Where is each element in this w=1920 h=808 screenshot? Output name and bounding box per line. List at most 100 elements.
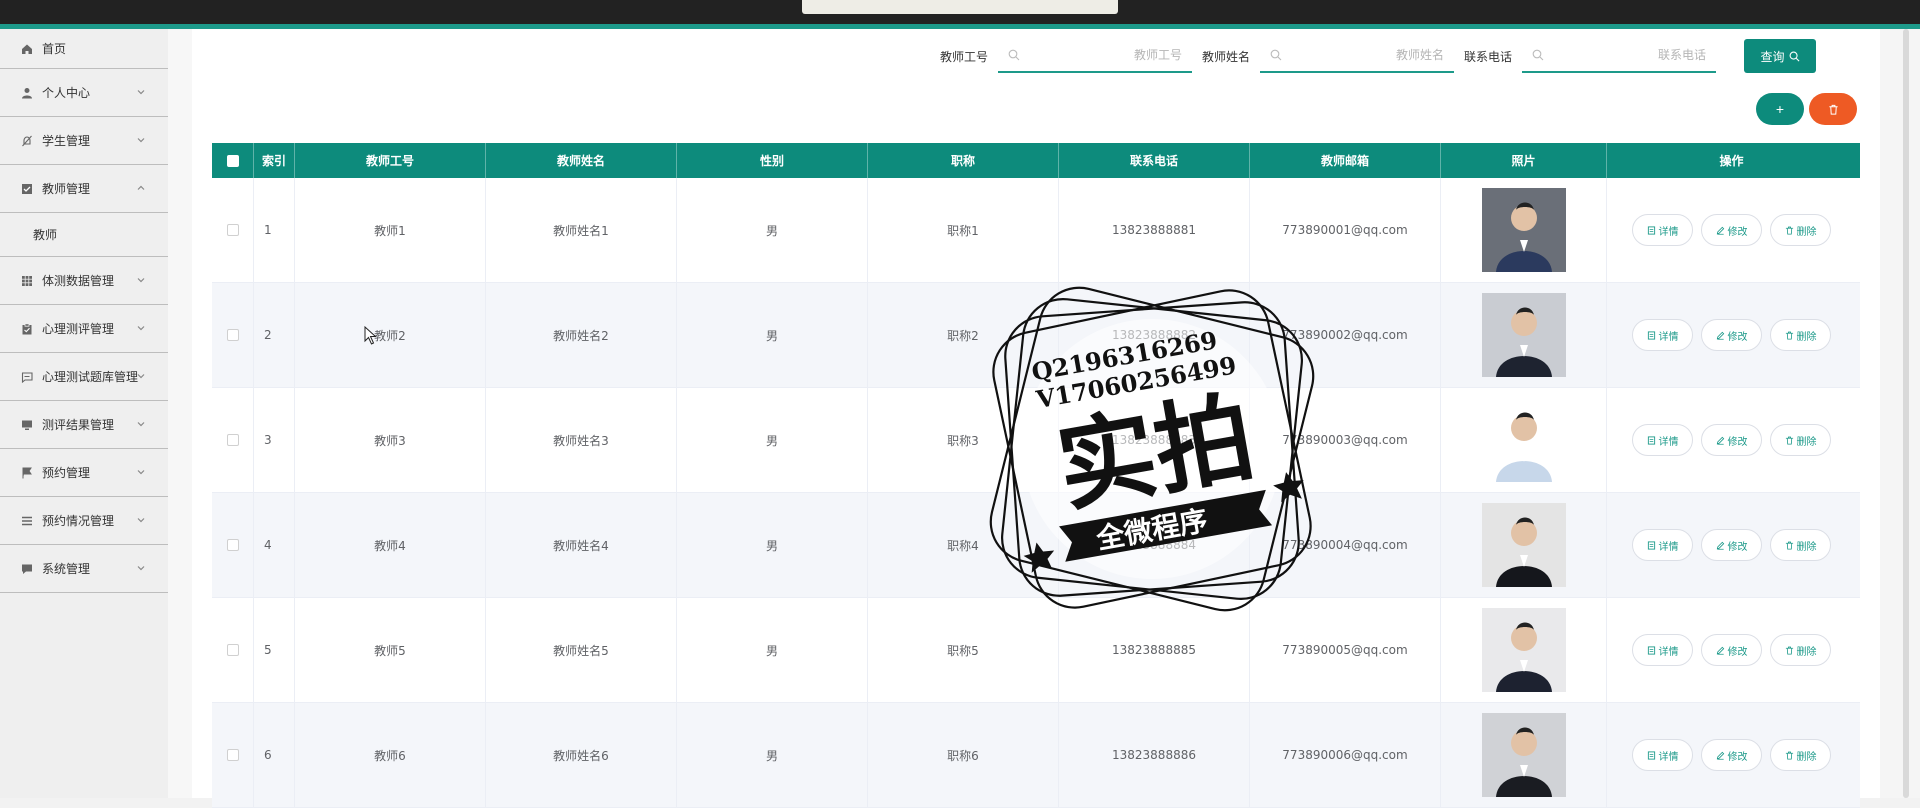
- detail-button[interactable]: 详情: [1632, 424, 1693, 456]
- select-all-checkbox[interactable]: [226, 154, 239, 167]
- column-header: 操作: [1719, 154, 1744, 168]
- teacher-photo[interactable]: [1481, 503, 1566, 587]
- column-header: 教师工号: [295, 143, 486, 178]
- search-icon: [1532, 49, 1544, 61]
- teacher-photo[interactable]: [1481, 398, 1566, 482]
- search-input-box: [1259, 39, 1454, 73]
- table-row: 1 教师1 教师姓名1 男 职称1 13823888881 773890001@…: [212, 178, 1860, 283]
- sidebar-item-psych-assessment[interactable]: 心理测评管理: [0, 305, 168, 353]
- detail-label: 详情: [1658, 751, 1679, 763]
- search-input-box: [997, 39, 1192, 73]
- row-checkbox[interactable]: [226, 224, 239, 236]
- edit-icon: [1716, 646, 1724, 655]
- sidebar-gap: [168, 29, 192, 798]
- phone-input[interactable]: [1552, 39, 1706, 71]
- edit-label: 修改: [1727, 541, 1748, 553]
- row-select-cell[interactable]: [212, 703, 254, 807]
- chevron-down-icon: [137, 374, 145, 379]
- row-select-cell[interactable]: [212, 598, 254, 702]
- teacher-name-input[interactable]: [1289, 39, 1444, 71]
- sidebar-item-system-management[interactable]: 系统管理: [0, 545, 168, 593]
- detail-button[interactable]: 详情: [1632, 529, 1693, 561]
- edit-button[interactable]: 修改: [1701, 739, 1762, 771]
- cell-gender: 男: [677, 493, 868, 597]
- teacher-photo[interactable]: [1481, 188, 1566, 272]
- detail-button[interactable]: 详情: [1632, 634, 1693, 666]
- row-select-cell[interactable]: [212, 178, 254, 282]
- search-icon: [1270, 49, 1282, 61]
- cell-teacher-id: 教师6: [295, 703, 486, 807]
- delete-button[interactable]: 删除: [1770, 529, 1831, 561]
- row-select-cell[interactable]: [212, 388, 254, 492]
- delete-button[interactable]: 删除: [1770, 319, 1831, 351]
- column-header: 教师邮箱: [1250, 143, 1441, 178]
- query-button[interactable]: 查询: [1744, 39, 1816, 73]
- sidebar-item-appointment[interactable]: 预约管理: [0, 449, 168, 497]
- edit-button[interactable]: 修改: [1701, 424, 1762, 456]
- edit-icon: [1716, 436, 1724, 445]
- row-checkbox[interactable]: [226, 644, 239, 656]
- detail-button[interactable]: 详情: [1632, 319, 1693, 351]
- sidebar-item-label: 心理测试题库管理: [42, 370, 139, 384]
- sidebar-item-home[interactable]: 首页: [0, 29, 168, 69]
- teacher-photo[interactable]: [1481, 608, 1566, 692]
- edit-label: 修改: [1727, 226, 1748, 238]
- column-header: 照片: [1441, 143, 1607, 178]
- detail-button[interactable]: 详情: [1632, 214, 1693, 246]
- teacher-photo[interactable]: [1481, 713, 1566, 797]
- sidebar-subitem-teacher[interactable]: 教师: [0, 213, 168, 257]
- trash-icon: [1785, 646, 1793, 655]
- list-icon: [20, 514, 34, 528]
- header-select-all[interactable]: [212, 143, 254, 178]
- table-row: 5 教师5 教师姓名5 男 职称5 13823888885 773890005@…: [212, 598, 1860, 703]
- edit-label: 修改: [1727, 646, 1748, 658]
- delete-button[interactable]: 删除: [1770, 634, 1831, 666]
- teacher-photo[interactable]: [1481, 293, 1566, 377]
- delete-button[interactable]: 删除: [1770, 739, 1831, 771]
- edit-icon: [1716, 541, 1724, 550]
- cell-email: 773890005@qq.com: [1250, 598, 1441, 702]
- edit-button[interactable]: 修改: [1701, 214, 1762, 246]
- delete-button[interactable]: 删除: [1770, 214, 1831, 246]
- sidebar-item-question-bank[interactable]: 心理测试题库管理: [0, 353, 168, 401]
- sidebar-item-student-management[interactable]: 学生管理: [0, 117, 168, 165]
- search-icon: [1008, 49, 1020, 61]
- row-checkbox[interactable]: [226, 539, 239, 551]
- sidebar-item-appointment-status[interactable]: 预约情况管理: [0, 497, 168, 545]
- row-checkbox[interactable]: [226, 434, 239, 446]
- row-select-cell[interactable]: [212, 493, 254, 597]
- vertical-scrollbar[interactable]: [1903, 29, 1909, 798]
- sidebar-item-personal-center[interactable]: 个人中心: [0, 69, 168, 117]
- chevron-down-icon: [137, 518, 145, 523]
- row-checkbox[interactable]: [226, 749, 239, 761]
- edit-button[interactable]: 修改: [1701, 529, 1762, 561]
- row-checkbox[interactable]: [226, 329, 239, 341]
- document-icon: [1647, 540, 1655, 550]
- detail-button[interactable]: 详情: [1632, 739, 1693, 771]
- cell-title: 职称1: [868, 178, 1059, 282]
- row-select-cell[interactable]: [212, 283, 254, 387]
- edit-button[interactable]: 修改: [1701, 319, 1762, 351]
- sidebar-item-result-management[interactable]: 测评结果管理: [0, 401, 168, 449]
- cell-operations: 详情 修改 删除: [1607, 178, 1856, 282]
- teacher-id-input[interactable]: [1027, 39, 1182, 71]
- chevron-down-icon: [137, 566, 145, 571]
- edit-button[interactable]: 修改: [1701, 634, 1762, 666]
- sidebar-item-teacher-management[interactable]: 教师管理: [0, 165, 168, 213]
- cell-phone: 13823888886: [1059, 703, 1250, 807]
- add-button[interactable]: +: [1756, 93, 1804, 125]
- cell-index: 2: [254, 283, 295, 387]
- cell-phone: 13823888884: [1059, 493, 1250, 597]
- edit-icon: [1716, 226, 1724, 235]
- cell-title: 职称4: [868, 493, 1059, 597]
- user-icon: [20, 86, 34, 100]
- edit-label: 修改: [1727, 331, 1748, 343]
- cell-teacher-name: 教师姓名3: [486, 388, 677, 492]
- column-header: 索引: [254, 143, 295, 178]
- sidebar-item-fitness-data[interactable]: 体测数据管理: [0, 257, 168, 305]
- cell-operations: 详情 修改 删除: [1607, 283, 1856, 387]
- batch-delete-button[interactable]: [1809, 93, 1857, 125]
- cell-photo: [1441, 493, 1607, 597]
- cell-email: 773890004@qq.com: [1250, 493, 1441, 597]
- delete-button[interactable]: 删除: [1770, 424, 1831, 456]
